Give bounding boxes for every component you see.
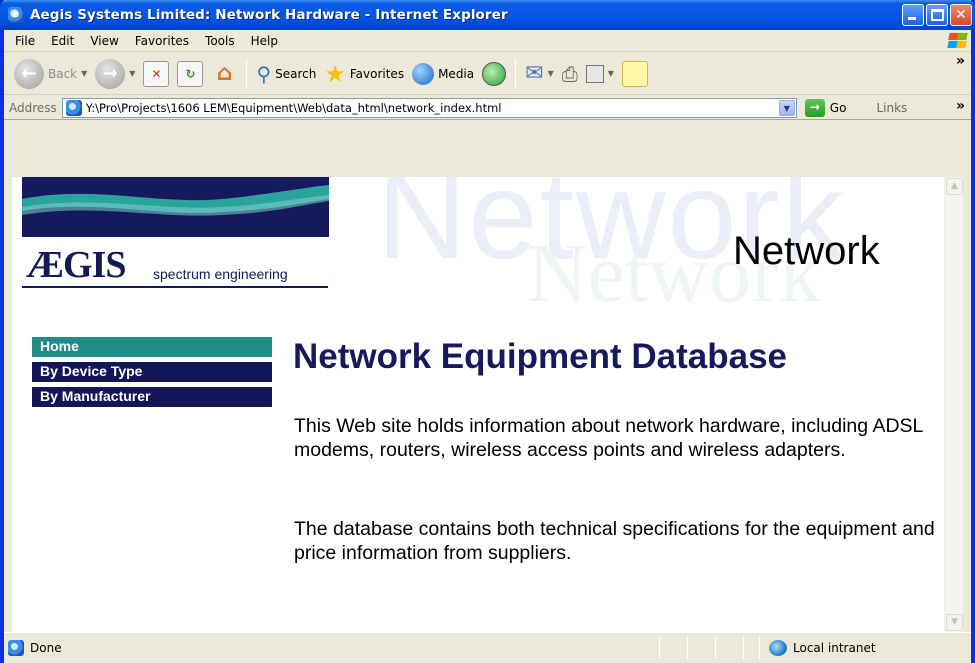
status-divider: [659, 637, 660, 659]
go-arrow-icon: →: [804, 98, 825, 117]
security-zone[interactable]: Local intranet: [769, 640, 876, 656]
vertical-scrollbar[interactable]: ▲ ▼: [944, 177, 963, 632]
scroll-down-icon[interactable]: ▼: [946, 614, 963, 631]
logo-subtitle: spectrum engineering: [153, 266, 288, 282]
address-bar: Address Y:\Pro\Projects\1606 LEM\Equipme…: [4, 96, 971, 120]
company-logo[interactable]: ÆGIS: [26, 243, 126, 287]
status-text: Done: [30, 641, 62, 655]
page-status-icon: [8, 640, 24, 656]
mail-icon: ✉: [525, 61, 544, 86]
logo-divider: [22, 286, 328, 288]
discuss-button[interactable]: [618, 57, 652, 91]
logo-wave-graphic: [22, 177, 329, 237]
status-bar: Done Local intranet: [4, 632, 971, 663]
stop-icon: ✕: [143, 60, 170, 87]
title-bar[interactable]: e Aegis Systems Limited: Network Hardwar…: [0, 0, 975, 30]
close-button[interactable]: ✕: [950, 4, 972, 26]
toolbar-chevron-icon[interactable]: »: [956, 53, 965, 69]
address-label: Address: [9, 100, 57, 115]
toolbar-separator: [515, 58, 517, 89]
forward-arrow-icon: →: [95, 58, 126, 89]
links-chevron-icon[interactable]: »: [956, 98, 965, 114]
status-divider: [743, 637, 744, 659]
section-title: Network: [733, 229, 880, 273]
home-icon: ⌂: [216, 61, 233, 86]
refresh-icon: ↻: [177, 60, 204, 87]
go-button[interactable]: → Go: [804, 98, 847, 117]
scroll-up-icon[interactable]: ▲: [946, 178, 963, 195]
security-zone-label: Local intranet: [793, 641, 876, 655]
intranet-globe-icon: [769, 640, 787, 656]
intro-paragraph: This Web site holds information about ne…: [294, 415, 923, 461]
internet-explorer-icon: e: [8, 7, 24, 23]
media-icon: [412, 62, 435, 85]
page-content: Network Network ÆGIS spectrum engineerin…: [12, 177, 952, 632]
mail-button[interactable]: ✉ ▼: [521, 57, 558, 91]
media-button[interactable]: Media: [408, 57, 478, 91]
windows-flag-icon: [945, 32, 968, 50]
print-button[interactable]: ⎙: [558, 57, 582, 91]
links-label[interactable]: Links: [876, 101, 907, 115]
side-navigation: Home By Device Type By Manufacturer: [32, 337, 272, 412]
page-heading: Network Equipment Database: [293, 337, 787, 376]
minimize-button[interactable]: [902, 4, 924, 26]
favorites-button[interactable]: ★ Favorites: [320, 57, 408, 91]
forward-dropdown-icon[interactable]: ▼: [129, 69, 135, 78]
menu-favorites[interactable]: Favorites: [127, 34, 197, 48]
status-divider: [759, 637, 760, 659]
forward-button[interactable]: → ▼: [91, 57, 139, 91]
search-label: Search: [275, 66, 317, 81]
toolbar-separator: [246, 58, 248, 89]
close-icon: ✕: [955, 7, 967, 23]
back-arrow-icon: ←: [14, 58, 44, 89]
standard-toolbar: ← Back ▼ → ▼ ✕ ↻ ⌂ ⚲ Search ★ Favorites …: [4, 53, 971, 95]
status-divider: [687, 637, 688, 659]
maximize-icon: [931, 9, 944, 21]
stop-button[interactable]: ✕: [139, 57, 173, 91]
menu-view[interactable]: View: [82, 34, 126, 48]
edit-icon: [585, 64, 604, 83]
search-button[interactable]: ⚲ Search: [252, 57, 320, 91]
status-divider: [715, 637, 716, 659]
refresh-button[interactable]: ↻: [173, 57, 207, 91]
address-input[interactable]: Y:\Pro\Projects\1606 LEM\Equipment\Web\d…: [61, 97, 797, 118]
address-dropdown-icon[interactable]: ▼: [778, 99, 795, 116]
page-icon: [65, 99, 82, 116]
minimize-icon: [908, 17, 916, 20]
history-icon: [482, 61, 507, 86]
mail-dropdown-icon[interactable]: ▼: [548, 69, 554, 78]
database-paragraph: The database contains both technical spe…: [294, 518, 935, 564]
menu-bar: File Edit View Favorites Tools Help: [4, 30, 971, 52]
address-url: Y:\Pro\Projects\1606 LEM\Equipment\Web\d…: [85, 100, 502, 115]
nav-item-by-device-type[interactable]: By Device Type: [32, 362, 272, 382]
print-icon: ⎙: [561, 61, 578, 86]
back-dropdown-icon[interactable]: ▼: [81, 69, 87, 78]
browser-window: e Aegis Systems Limited: Network Hardwar…: [0, 0, 975, 663]
media-label: Media: [438, 66, 475, 81]
menu-edit[interactable]: Edit: [43, 34, 82, 48]
window-title: Aegis Systems Limited: Network Hardware …: [30, 7, 508, 23]
window-controls: ✕: [902, 4, 972, 26]
back-label: Back: [48, 66, 78, 81]
favorites-label: Favorites: [349, 66, 405, 81]
back-button[interactable]: ← Back ▼: [10, 57, 91, 91]
nav-item-by-manufacturer[interactable]: By Manufacturer: [32, 387, 272, 407]
edit-button[interactable]: ▼: [582, 57, 618, 91]
go-label: Go: [829, 100, 847, 115]
favorites-star-icon: ★: [324, 59, 346, 88]
note-icon: [621, 60, 648, 87]
history-button[interactable]: [478, 57, 510, 91]
menu-help[interactable]: Help: [243, 34, 286, 48]
menu-file[interactable]: File: [7, 34, 43, 48]
nav-item-home[interactable]: Home: [32, 337, 272, 357]
edit-dropdown-icon[interactable]: ▼: [608, 69, 614, 78]
maximize-button[interactable]: [926, 4, 948, 26]
menu-tools[interactable]: Tools: [197, 34, 243, 48]
search-icon: ⚲: [256, 61, 272, 86]
home-button[interactable]: ⌂: [207, 57, 241, 91]
